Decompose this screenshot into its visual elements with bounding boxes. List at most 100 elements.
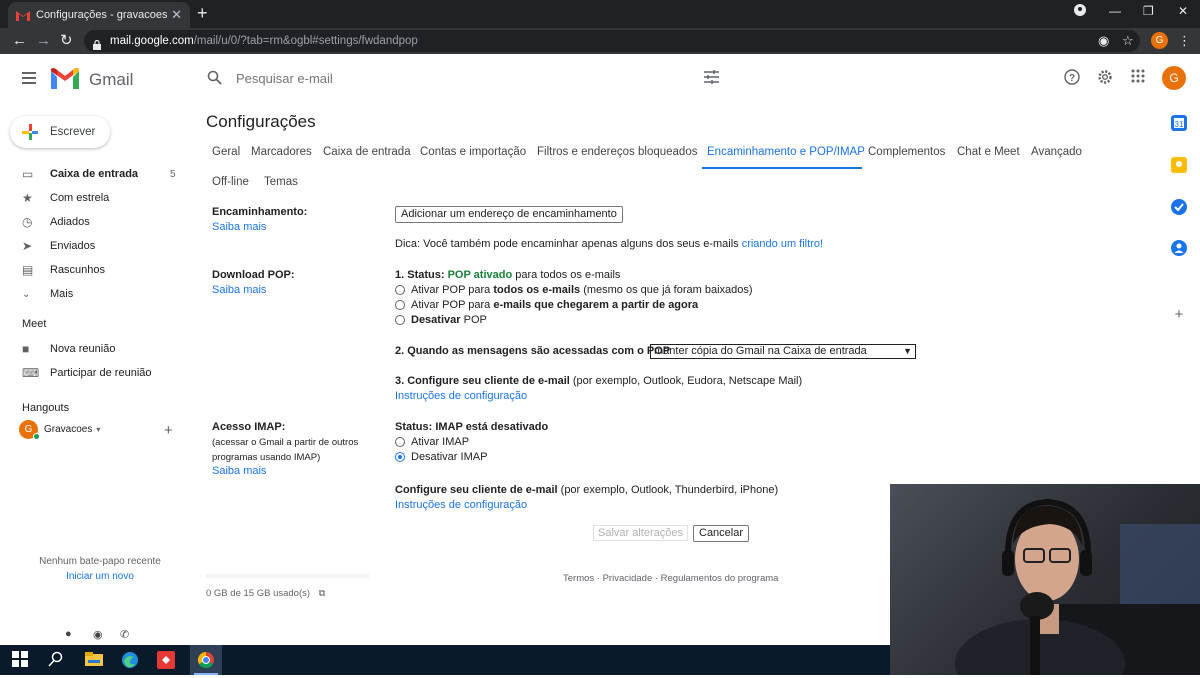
open-external-icon[interactable]: ⧉ <box>319 588 326 599</box>
keep-icon[interactable] <box>1171 157 1187 173</box>
sidebar-item-join-meeting[interactable]: ⌨ Participar de reunião <box>0 361 190 385</box>
search-options-icon[interactable] <box>704 70 719 87</box>
tab-filters[interactable]: Filtros e endereços bloqueados <box>537 146 697 158</box>
chrome-taskbar-button[interactable] <box>190 645 222 675</box>
imap-learn-more-link[interactable]: Saiba mais <box>212 465 266 477</box>
imap-option-enable[interactable]: Ativar IMAP <box>395 436 469 448</box>
file-explorer-icon[interactable] <box>85 651 103 669</box>
compose-button[interactable]: Escrever <box>10 116 110 148</box>
account-avatar[interactable]: G <box>1162 66 1186 90</box>
gmail-logo-icon[interactable] <box>51 68 79 89</box>
menu-dots-icon[interactable]: ⋮ <box>1178 33 1191 49</box>
settings-gear-icon[interactable] <box>1097 69 1113 89</box>
imap-instructions-link[interactable]: Instruções de configuração <box>395 499 527 511</box>
compose-plus-icon <box>22 124 38 140</box>
svg-text:?: ? <box>1069 73 1075 84</box>
new-tab-icon[interactable]: + <box>197 4 208 22</box>
contacts-icon[interactable] <box>1171 240 1187 256</box>
search-input[interactable] <box>236 71 676 86</box>
restore-icon[interactable]: ❐ <box>1143 4 1154 18</box>
webcam-overlay <box>890 484 1200 675</box>
sidebar-item-label: Rascunhos <box>50 264 106 276</box>
taskbar-search-icon[interactable] <box>48 651 66 669</box>
caret-down-icon[interactable]: ▾ <box>96 425 100 434</box>
pop-option-new[interactable]: Ativar POP para e-mails que chegarem a p… <box>395 299 698 311</box>
imap-disable-radio[interactable] <box>395 452 405 462</box>
apps-grid-icon[interactable] <box>1131 69 1145 87</box>
pop-configure-text: 3. Configure seu cliente de e-mail (por … <box>395 375 803 387</box>
tab-accounts[interactable]: Contas e importação <box>420 146 526 158</box>
create-filter-link[interactable]: criando um filtro! <box>742 238 823 250</box>
sidebar-item-drafts[interactable]: ▤ Rascunhos <box>0 258 190 282</box>
online-status-icon <box>33 433 40 440</box>
tab-labels[interactable]: Marcadores <box>251 146 312 158</box>
imap-configure-text: Configure seu cliente de e-mail (por exe… <box>395 484 779 496</box>
send-icon: ➤ <box>22 239 33 253</box>
sidebar-item-inbox[interactable]: ▭ Caixa de entrada 5 <box>0 162 190 186</box>
search-icon[interactable] <box>207 70 222 89</box>
footer-links[interactable]: Termos · Privacidade · Regulamentos do p… <box>563 573 778 584</box>
sidebar-item-label: Com estrela <box>50 192 110 204</box>
incognito-icon[interactable]: ◉ <box>1098 33 1109 49</box>
imap-option-disable[interactable]: Desativar IMAP <box>395 451 487 463</box>
tab-advanced[interactable]: Avançado <box>1031 146 1082 158</box>
hangouts-avatar: G <box>19 420 40 440</box>
tab-themes[interactable]: Temas <box>264 176 298 188</box>
chat-bubble-icon[interactable]: ◉ <box>93 628 103 641</box>
tab-offline[interactable]: Off-line <box>212 176 249 188</box>
page-title: Configurações <box>206 112 316 131</box>
tab-addons[interactable]: Complementos <box>868 146 945 158</box>
save-changes-button[interactable]: Salvar alterações <box>593 525 688 541</box>
url-field[interactable]: mail.google.com/mail/u/0/?tab=rm&ogbl#se… <box>84 30 1140 52</box>
add-forwarding-address-button[interactable]: Adicionar um endereço de encaminhamento <box>395 206 623 223</box>
hangouts-user[interactable]: G Gravacoes ▾ <box>19 420 100 440</box>
add-chat-icon[interactable]: + <box>164 422 173 439</box>
reload-icon[interactable]: ↻ <box>60 32 73 49</box>
imap-description: (acessar o Gmail a partir de outros prog… <box>212 437 359 463</box>
tab-inbox[interactable]: Caixa de entrada <box>323 146 411 158</box>
pop-disable-radio[interactable] <box>395 315 405 325</box>
sidebar-item-more[interactable]: ⌄ Mais <box>0 282 190 306</box>
window-close-icon[interactable]: ✕ <box>1178 4 1188 18</box>
forwarding-label: Encaminhamento: <box>212 206 308 218</box>
edge-icon[interactable] <box>121 651 139 669</box>
settings-main: Configurações Geral Marcadores Caixa de … <box>195 104 1082 644</box>
tab-chat-meet[interactable]: Chat e Meet <box>957 146 1020 158</box>
tab-general[interactable]: Geral <box>212 146 240 158</box>
start-new-chat-link[interactable]: Iniciar um novo <box>0 571 200 582</box>
minimize-icon[interactable]: — <box>1109 4 1121 18</box>
profile-icon[interactable] <box>1074 4 1086 19</box>
pop-option-all[interactable]: Ativar POP para todos os e-mails (mesmo … <box>395 284 753 296</box>
pop-action-select[interactable]: manter cópia do Gmail na Caixa de entrad… <box>650 344 916 359</box>
person-icon[interactable]: ● <box>65 628 72 640</box>
pop-all-radio[interactable] <box>395 285 405 295</box>
pop-option-disable[interactable]: Desativar POP <box>395 314 487 326</box>
sidebar-item-new-meeting[interactable]: ■ Nova reunião <box>0 337 190 361</box>
help-icon[interactable]: ? <box>1064 69 1080 89</box>
windows-start-icon[interactable] <box>12 651 30 669</box>
cancel-button[interactable]: Cancelar <box>693 525 750 542</box>
video-icon: ■ <box>22 342 30 356</box>
sidebar-item-sent[interactable]: ➤ Enviados <box>0 234 190 258</box>
pop-instructions-link[interactable]: Instruções de configuração <box>395 390 527 402</box>
phone-icon[interactable]: ✆ <box>120 628 129 641</box>
calendar-icon[interactable]: 31 <box>1171 115 1187 131</box>
imap-enable-radio[interactable] <box>395 437 405 447</box>
close-tab-icon[interactable]: ✕ <box>171 7 182 23</box>
compose-label: Escrever <box>50 126 96 138</box>
anydesk-icon[interactable] <box>157 651 175 669</box>
sidebar-item-snoozed[interactable]: ◷ Adiados <box>0 210 190 234</box>
browser-avatar[interactable]: G <box>1151 32 1168 49</box>
forwarding-learn-more-link[interactable]: Saiba mais <box>212 221 266 233</box>
tab-forwarding-pop-imap[interactable]: Encaminhamento e POP/IMAP <box>707 146 865 158</box>
pop-new-radio[interactable] <box>395 300 405 310</box>
tasks-icon[interactable] <box>1171 199 1187 215</box>
browser-tab[interactable]: Configurações - gravacoesphsbr... ✕ <box>8 2 190 28</box>
forward-icon[interactable]: → <box>36 32 51 49</box>
sidebar-item-starred[interactable]: ★ Com estrela <box>0 186 190 210</box>
bookmark-star-icon[interactable]: ☆ <box>1122 33 1134 49</box>
get-addons-plus-icon[interactable]: + <box>1171 307 1187 323</box>
back-icon[interactable]: ← <box>12 32 27 49</box>
main-menu-icon[interactable] <box>22 72 36 87</box>
pop-learn-more-link[interactable]: Saiba mais <box>212 284 266 296</box>
